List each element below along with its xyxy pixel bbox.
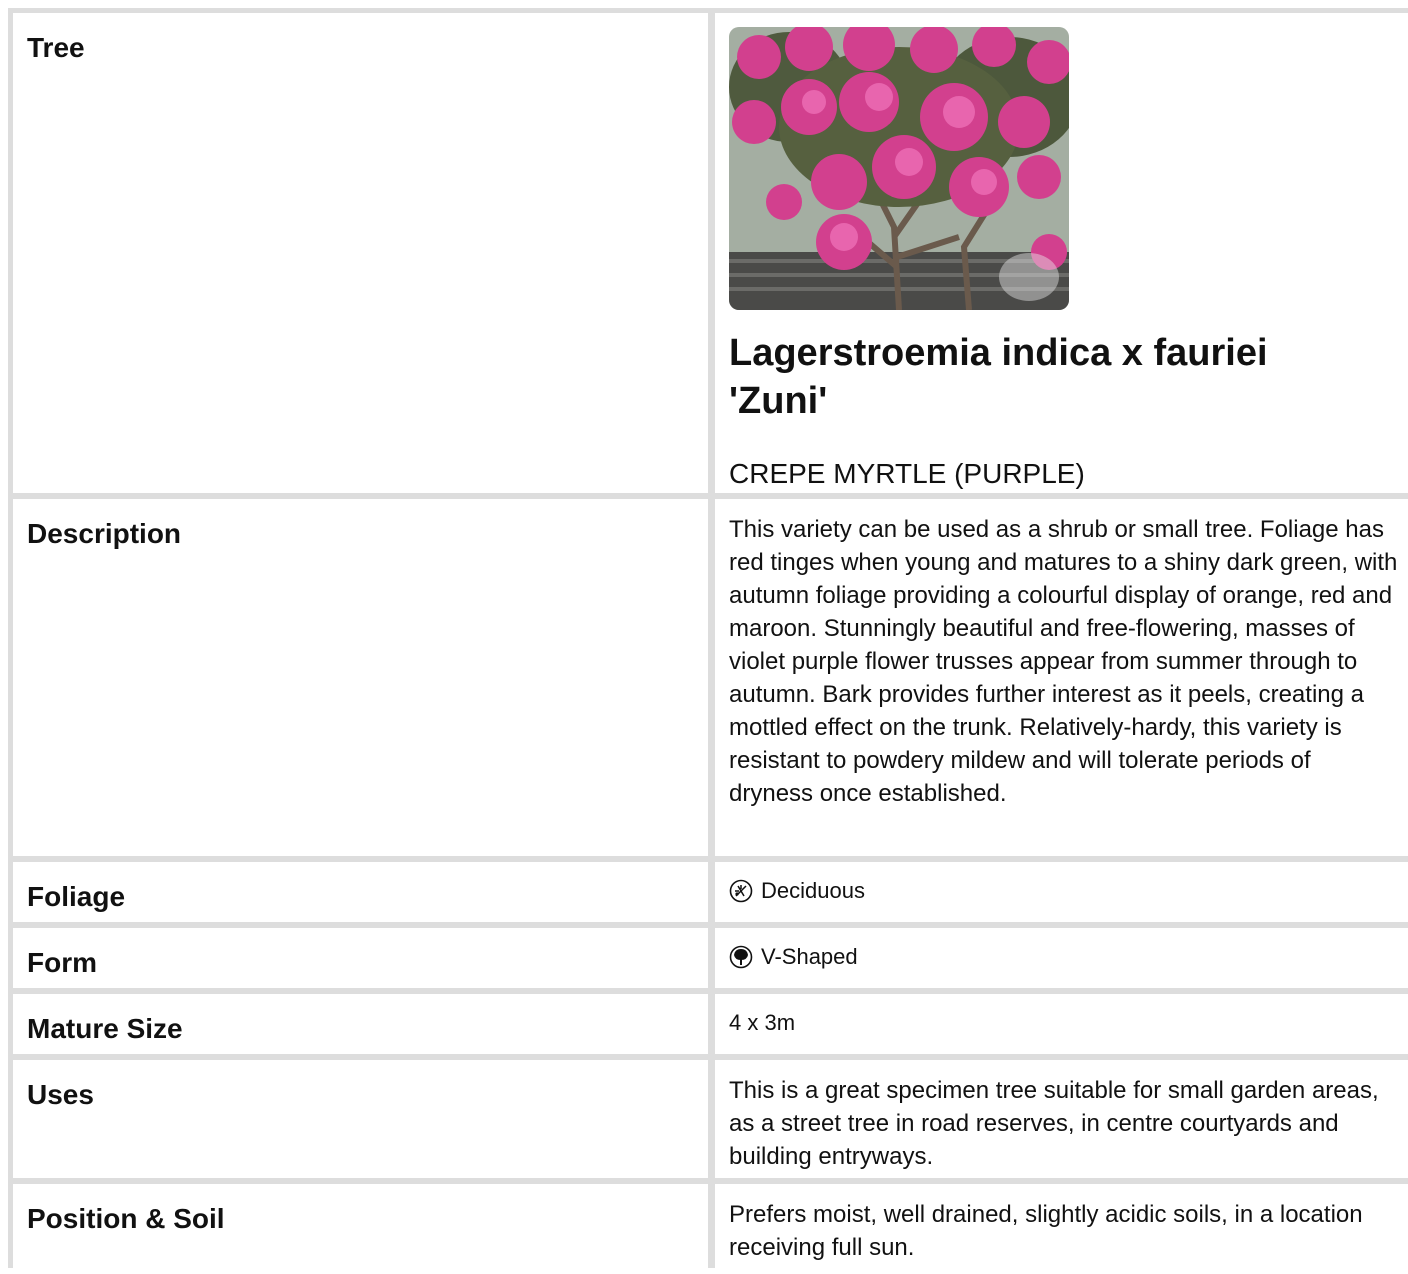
form-value: V-Shaped <box>761 944 858 969</box>
v-shaped-tree-icon <box>729 945 753 969</box>
plant-info-table: Tree Lagerstroemia indica x fauriei 'Zun… <box>8 8 1408 1274</box>
description-label: Description <box>13 499 708 856</box>
mature-size-value: 4 x 3m <box>715 994 1408 1054</box>
position-soil-value: Prefers moist, well drained, slightly ac… <box>715 1184 1408 1274</box>
common-name: CREPE MYRTLE (PURPLE) <box>729 458 1085 489</box>
crepe-myrtle-image <box>729 27 1069 310</box>
tree-value-cell: Lagerstroemia indica x fauriei 'Zuni' CR… <box>715 13 1408 493</box>
foliage-label: Foliage <box>13 862 708 922</box>
scientific-name: Lagerstroemia indica x fauriei 'Zuni' <box>729 332 1268 422</box>
form-label: Form <box>13 928 708 988</box>
deciduous-leaf-icon <box>729 879 753 903</box>
tree-label: Tree <box>13 13 708 493</box>
plant-photo <box>729 27 1069 310</box>
mature-size-label: Mature Size <box>13 994 708 1054</box>
position-soil-label: Position & Soil <box>13 1184 708 1274</box>
form-value-cell: V-Shaped <box>715 928 1408 988</box>
foliage-value: Deciduous <box>761 878 865 903</box>
description-value: This variety can be used as a shrub or s… <box>715 499 1408 856</box>
uses-label: Uses <box>13 1060 708 1178</box>
uses-value: This is a great specimen tree suitable f… <box>715 1060 1408 1178</box>
foliage-value-cell: Deciduous <box>715 862 1408 922</box>
